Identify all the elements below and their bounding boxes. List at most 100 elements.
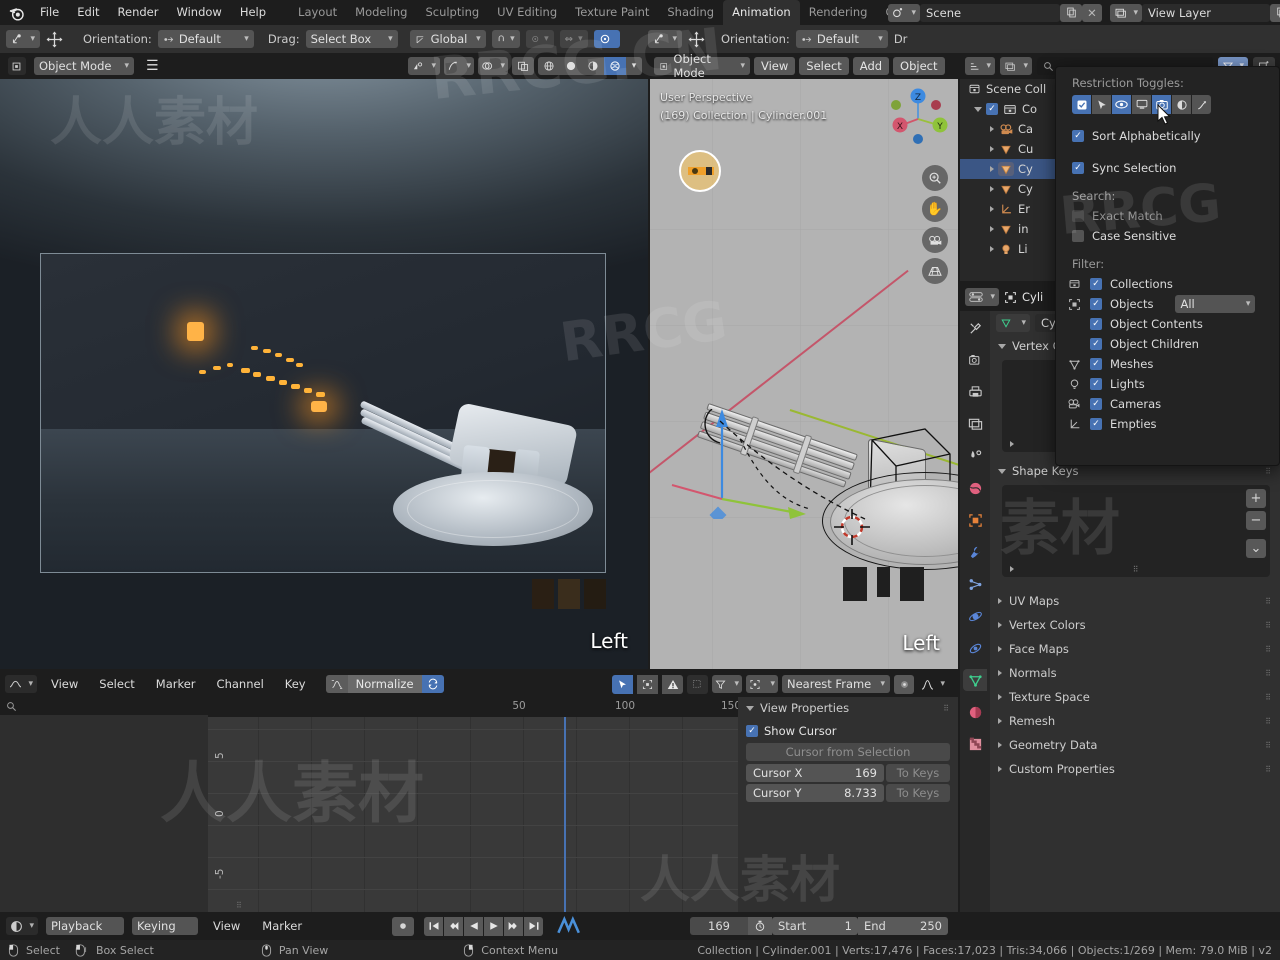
tool-gizmo-icon[interactable]: ▾	[6, 30, 40, 48]
normalize-icon[interactable]	[325, 675, 348, 693]
shading-wireframe-icon[interactable]	[538, 57, 560, 75]
workspace-tab-uv-editing[interactable]: UV Editing	[488, 0, 566, 25]
cursor-y-field[interactable]: Cursor Y 8.733	[746, 784, 884, 802]
panel-collapse-icon[interactable]	[998, 343, 1006, 349]
viewport-mode-dropdown[interactable]: Object Mode ▾	[654, 53, 750, 80]
vp-move-tool-icon[interactable]	[688, 31, 705, 48]
panel-header-geometry-data[interactable]: Geometry Data ⠿	[990, 733, 1280, 757]
menu-render[interactable]: Render	[109, 0, 168, 25]
workspace-tab-rendering[interactable]: Rendering	[800, 0, 877, 25]
properties-editor-type-icon[interactable]: ▾	[965, 288, 999, 306]
jump-to-next-keyframe-icon[interactable]	[504, 916, 523, 936]
exact-match-checkbox[interactable]	[1072, 210, 1084, 222]
viewlayer-name-field[interactable]: View Layer	[1142, 3, 1270, 22]
panel-header-face-maps[interactable]: Face Maps ⠿	[990, 637, 1280, 661]
proportional-falloff-icon[interactable]: ▾	[918, 675, 948, 693]
shape-key-remove-button[interactable]: −	[1246, 511, 1266, 530]
properties-tab-object-data[interactable]	[963, 669, 987, 691]
shading-options-chevron-icon[interactable]: ▾	[626, 57, 642, 75]
viewlayer-new-button[interactable]	[1270, 3, 1280, 22]
viewport-menu-select[interactable]: Select	[799, 57, 849, 75]
vp-tool-gizmo-icon[interactable]: ▾	[648, 30, 682, 48]
play-reverse-icon[interactable]	[464, 916, 483, 936]
blender-logo-icon[interactable]	[6, 2, 28, 24]
playback-dropdown[interactable]: Playback	[46, 917, 124, 935]
panel-header-custom-properties[interactable]: Custom Properties ⠿	[990, 757, 1280, 781]
shading-solid-icon[interactable]	[560, 57, 582, 75]
navigation-gizmo[interactable]: Z Y X	[882, 83, 952, 153]
current-frame-field[interactable]: 169	[690, 917, 748, 935]
frame-start-field[interactable]: Start 1	[772, 917, 858, 935]
menu-file[interactable]: File	[31, 0, 68, 25]
camera-view-icon[interactable]	[922, 227, 948, 253]
graph-playhead[interactable]	[564, 717, 566, 912]
filter-row-objects[interactable]: ✓ Objects All ▾	[1056, 294, 1279, 314]
graph-channel-list[interactable]	[0, 715, 208, 912]
snap-magnet-icon[interactable]: ▾	[491, 30, 520, 48]
panel-expand-icon[interactable]	[998, 670, 1002, 676]
cursor-x-to-keys-button[interactable]: To Keys	[886, 764, 950, 782]
vertex-groups-expand-icon[interactable]	[1010, 441, 1014, 447]
viewport-menu-add[interactable]: Add	[852, 57, 890, 75]
object-data-browse-icon[interactable]: ▾	[996, 314, 1030, 332]
snap-mode-dropdown[interactable]: Nearest Frame ▾	[782, 675, 890, 693]
filter-row-cameras[interactable]: ✓ Cameras	[1056, 394, 1279, 414]
object-origin-marker[interactable]	[670, 141, 730, 201]
use-preview-range-icon[interactable]	[748, 917, 772, 935]
outliner-editor-type-icon[interactable]: ▾	[965, 57, 995, 75]
normalize-button[interactable]: Normalize	[347, 675, 422, 693]
shape-key-specials-button[interactable]: ⌄	[1246, 539, 1266, 558]
sort-alphabetically-checkbox[interactable]: ✓	[1072, 130, 1084, 142]
properties-tab-object[interactable]	[963, 509, 987, 531]
timeline-menu-marker[interactable]: Marker	[255, 919, 309, 933]
auto-keying-record-icon[interactable]	[392, 916, 414, 936]
timeline-editor-type-icon[interactable]: ▾	[6, 917, 38, 935]
properties-tab-scene[interactable]	[963, 445, 987, 467]
panel-expand-icon[interactable]	[998, 694, 1002, 700]
restriction-hide-viewport-eye-icon[interactable]	[1112, 95, 1131, 114]
panel-header-remesh[interactable]: Remesh ⠿	[990, 709, 1280, 733]
properties-tab-texture[interactable]	[963, 733, 987, 755]
gizmo-toggle-icon[interactable]: ▾	[444, 57, 474, 75]
properties-tab-tool[interactable]	[963, 317, 987, 339]
scene-browse-icon[interactable]: ▾	[888, 3, 920, 22]
collection-enable-checkbox[interactable]: ✓	[986, 103, 998, 115]
restriction-arrow-icon[interactable]	[1092, 95, 1111, 114]
graph-menu-key[interactable]: Key	[278, 677, 313, 691]
panel-expand-icon[interactable]	[998, 622, 1002, 628]
properties-tab-output[interactable]	[963, 381, 987, 403]
restriction-selectable-icon[interactable]	[1072, 95, 1091, 114]
ghost-curves-icon[interactable]	[687, 674, 708, 694]
panel-collapse-icon[interactable]	[746, 705, 754, 711]
viewport-menu-view[interactable]: View	[754, 57, 796, 75]
filter-row-object-children[interactable]: ✓ Object Children	[1056, 334, 1279, 354]
frame-end-field[interactable]: End 250	[858, 917, 948, 935]
restriction-indirect-only-icon[interactable]	[1192, 95, 1211, 114]
show-cursor-checkbox[interactable]: ✓	[746, 725, 758, 737]
graph-menu-view[interactable]: View	[44, 677, 85, 691]
menu-edit[interactable]: Edit	[68, 0, 108, 25]
case-sensitive-checkbox[interactable]	[1072, 230, 1084, 242]
expand-triangle-icon[interactable]	[990, 126, 994, 132]
move-tool-icon[interactable]	[46, 31, 63, 48]
graph-curve-canvas[interactable]: ⠿	[208, 717, 738, 912]
expand-triangle-icon[interactable]	[990, 246, 994, 252]
proportional-edit-icon[interactable]: ▾	[525, 30, 554, 48]
viewport-menu-object[interactable]: Object	[893, 57, 945, 75]
panel-collapse-icon[interactable]	[998, 468, 1006, 474]
panel-expand-icon[interactable]	[998, 766, 1002, 772]
workspace-tab-shading[interactable]: Shading	[658, 0, 723, 25]
properties-tab-constraints[interactable]	[963, 637, 987, 659]
workspace-tab-animation[interactable]: Animation	[723, 0, 800, 25]
panel-header-texture-space[interactable]: Texture Space ⠿	[990, 685, 1280, 709]
restriction-holdout-icon[interactable]	[1172, 95, 1191, 114]
graph-channel-search[interactable]	[0, 697, 208, 715]
case-sensitive-row[interactable]: Case Sensitive	[1056, 226, 1279, 246]
filter-checkbox-collections[interactable]: ✓	[1090, 278, 1102, 290]
only-selected-channels-icon[interactable]	[612, 674, 633, 694]
3d-viewport-canvas[interactable]: User Perspective (169) Collection | Cyli…	[650, 79, 958, 669]
shape-keys-resize-grip[interactable]: ⠿	[1133, 565, 1140, 574]
hamburger-menu-icon[interactable]: ☰	[146, 58, 159, 74]
filter-checkbox-object-contents[interactable]: ✓	[1090, 318, 1102, 330]
vp-orientation-dropdown[interactable]: Default ▾	[795, 30, 888, 48]
